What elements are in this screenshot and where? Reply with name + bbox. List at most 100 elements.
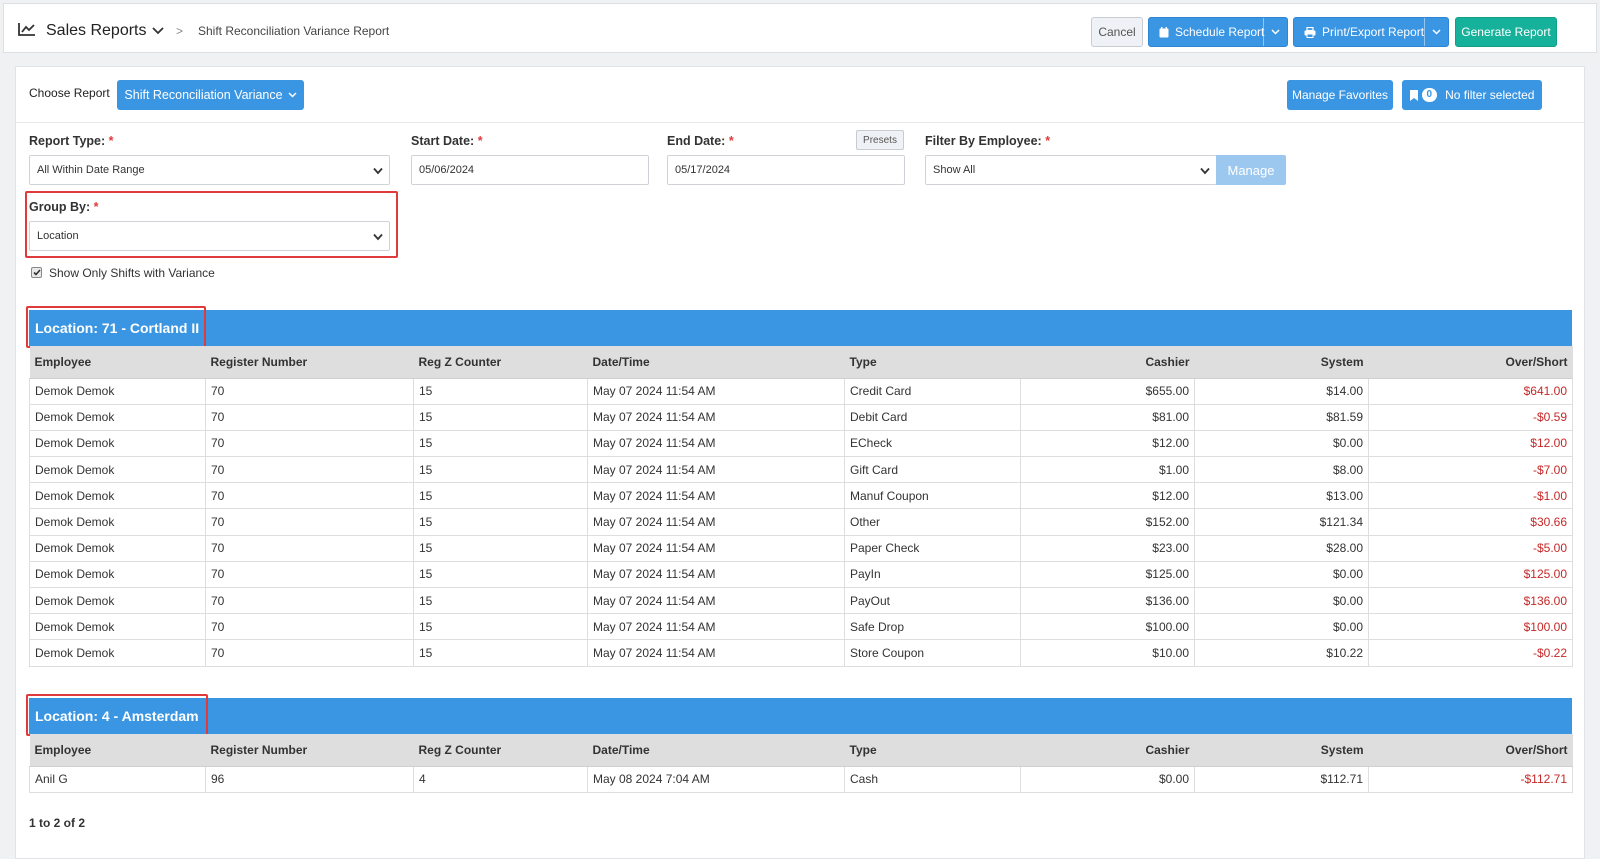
report-panel: Choose Report Shift Reconciliation Varia…: [15, 66, 1585, 859]
column-header[interactable]: Date/Time: [587, 346, 845, 379]
variance-only-checkbox[interactable]: [31, 267, 42, 278]
chevron-down-icon[interactable]: [152, 27, 164, 35]
table-cell: Debit Card: [844, 403, 1021, 431]
print-export-dropdown-toggle[interactable]: [1424, 18, 1448, 46]
column-header[interactable]: Reg Z Counter: [413, 734, 588, 767]
table-cell: May 07 2024 11:54 AM: [587, 560, 845, 589]
table-cell: $0.00: [1194, 613, 1369, 641]
column-header[interactable]: Employee: [29, 734, 206, 767]
table-row: Demok Demok 70 15 May 07 2024 11:54 AM Safe …: [29, 613, 1573, 641]
table-cell: 15: [413, 639, 588, 667]
column-header[interactable]: Date/Time: [587, 734, 845, 767]
group-by-select[interactable]: Location: [29, 221, 390, 251]
table-cell: -$7.00: [1368, 456, 1573, 484]
column-header[interactable]: Type: [844, 346, 1021, 379]
line-chart-icon: [18, 23, 35, 36]
start-date-input[interactable]: 05/06/2024: [411, 155, 649, 185]
table-cell: $655.00: [1020, 377, 1195, 405]
table-cell: -$5.00: [1368, 534, 1573, 562]
column-header[interactable]: Cashier: [1020, 346, 1195, 379]
breadcrumb-current: Shift Reconciliation Variance Report: [198, 24, 390, 38]
table-cell: Demok Demok: [29, 534, 206, 562]
table-cell: May 07 2024 11:54 AM: [587, 482, 845, 510]
column-header[interactable]: Over/Short: [1368, 346, 1573, 379]
table-cell: $125.00: [1020, 560, 1195, 589]
column-header[interactable]: Register Number: [205, 346, 414, 379]
column-header[interactable]: Reg Z Counter: [413, 346, 588, 379]
filter-button[interactable]: 0 No filter selected: [1402, 80, 1542, 110]
end-date-value: 05/17/2024: [675, 164, 731, 176]
table-row: Demok Demok 70 15 May 07 2024 11:54 AM Other…: [29, 508, 1573, 536]
generate-report-button[interactable]: Generate Report: [1455, 17, 1557, 47]
choose-report-dropdown[interactable]: Shift Reconciliation Variance: [117, 80, 304, 110]
table-cell: $641.00: [1368, 377, 1573, 405]
table-cell: Demok Demok: [29, 456, 206, 484]
print-export-button[interactable]: Print/Export Report: [1293, 17, 1449, 47]
table-cell: Demok Demok: [29, 639, 206, 667]
table-cell: 96: [205, 765, 414, 793]
chevron-down-icon: [373, 233, 383, 241]
table-row: Demok Demok 70 15 May 07 2024 11:54 AM EChec…: [29, 429, 1573, 458]
generate-report-label: Generate Report: [1461, 25, 1551, 39]
schedule-report-button[interactable]: Schedule Report: [1148, 17, 1288, 47]
table-cell: 70: [205, 560, 414, 589]
table-cell: $81.59: [1194, 403, 1369, 431]
location-highlight: [26, 694, 208, 736]
breadcrumb-separator: >: [176, 24, 184, 38]
column-header[interactable]: Employee: [29, 346, 206, 379]
report-type-select[interactable]: All Within Date Range: [29, 155, 390, 185]
table-cell: 15: [413, 560, 588, 589]
filter-status-label: No filter selected: [1445, 88, 1535, 102]
pagination-summary: 1 to 2 of 2: [29, 816, 86, 830]
column-header[interactable]: Cashier: [1020, 734, 1195, 767]
choose-report-label: Choose Report: [29, 86, 110, 100]
table-header-row: Employee Register Number Reg Z Counter Date…: [29, 346, 1573, 379]
manage-employees-label: Manage: [1227, 162, 1275, 178]
table-cell: $0.00: [1194, 586, 1369, 615]
cancel-button-label: Cancel: [1098, 25, 1136, 39]
table-cell: 15: [413, 403, 588, 431]
start-date-value: 05/06/2024: [419, 164, 475, 176]
table-row: Demok Demok 70 15 May 07 2024 11:54 AM Manuf…: [29, 482, 1573, 510]
table-cell: $14.00: [1194, 377, 1369, 405]
presets-button[interactable]: Presets: [856, 130, 904, 150]
table-cell: 15: [413, 586, 588, 615]
table-cell: Manuf Coupon: [844, 482, 1021, 510]
table-cell: $81.00: [1020, 403, 1195, 431]
table-cell: May 07 2024 11:54 AM: [587, 613, 845, 641]
table-cell: 70: [205, 403, 414, 431]
manage-favorites-button[interactable]: Manage Favorites: [1287, 80, 1393, 110]
table-cell: $125.00: [1368, 560, 1573, 589]
top-bar: Sales Reports > Shift Reconciliation Var…: [3, 3, 1597, 53]
employee-filter-label: Filter By Employee: *: [925, 134, 1051, 148]
column-header[interactable]: Register Number: [205, 734, 414, 767]
table-row: Demok Demok 70 15 May 07 2024 11:54 AM Paper…: [29, 534, 1573, 562]
table-cell: 15: [413, 377, 588, 405]
table-cell: Demok Demok: [29, 429, 206, 458]
table-cell: 70: [205, 429, 414, 458]
table-row: Demok Demok 70 15 May 07 2024 11:54 AM PayOu…: [29, 586, 1573, 615]
table-cell: 70: [205, 508, 414, 536]
end-date-label: End Date: *: [667, 134, 734, 148]
report-type-label: Report Type: *: [29, 134, 114, 148]
end-date-input[interactable]: 05/17/2024: [667, 155, 905, 185]
table-cell: May 07 2024 11:54 AM: [587, 377, 845, 405]
column-header[interactable]: Type: [844, 734, 1021, 767]
column-header[interactable]: Over/Short: [1368, 734, 1573, 767]
table-row: Anil G 96 4 May 08 2024 7:04 AM Cash $0.00 $11…: [29, 765, 1573, 793]
table-cell: May 07 2024 11:54 AM: [587, 639, 845, 667]
cancel-button[interactable]: Cancel: [1091, 17, 1143, 47]
manage-favorites-label: Manage Favorites: [1291, 88, 1389, 102]
column-header[interactable]: System: [1194, 734, 1369, 767]
schedule-dropdown-toggle[interactable]: [1263, 18, 1287, 46]
column-header[interactable]: System: [1194, 346, 1369, 379]
table-cell: 70: [205, 613, 414, 641]
breadcrumb-section[interactable]: Sales Reports: [46, 22, 147, 40]
table-cell: Safe Drop: [844, 613, 1021, 641]
manage-employees-button[interactable]: Manage: [1216, 155, 1286, 185]
employee-filter-select[interactable]: Show All: [925, 155, 1217, 185]
table-cell: $12.00: [1020, 429, 1195, 458]
filter-count-badge: 0: [1421, 88, 1438, 102]
table-cell: -$0.59: [1368, 403, 1573, 431]
table-cell: 70: [205, 586, 414, 615]
